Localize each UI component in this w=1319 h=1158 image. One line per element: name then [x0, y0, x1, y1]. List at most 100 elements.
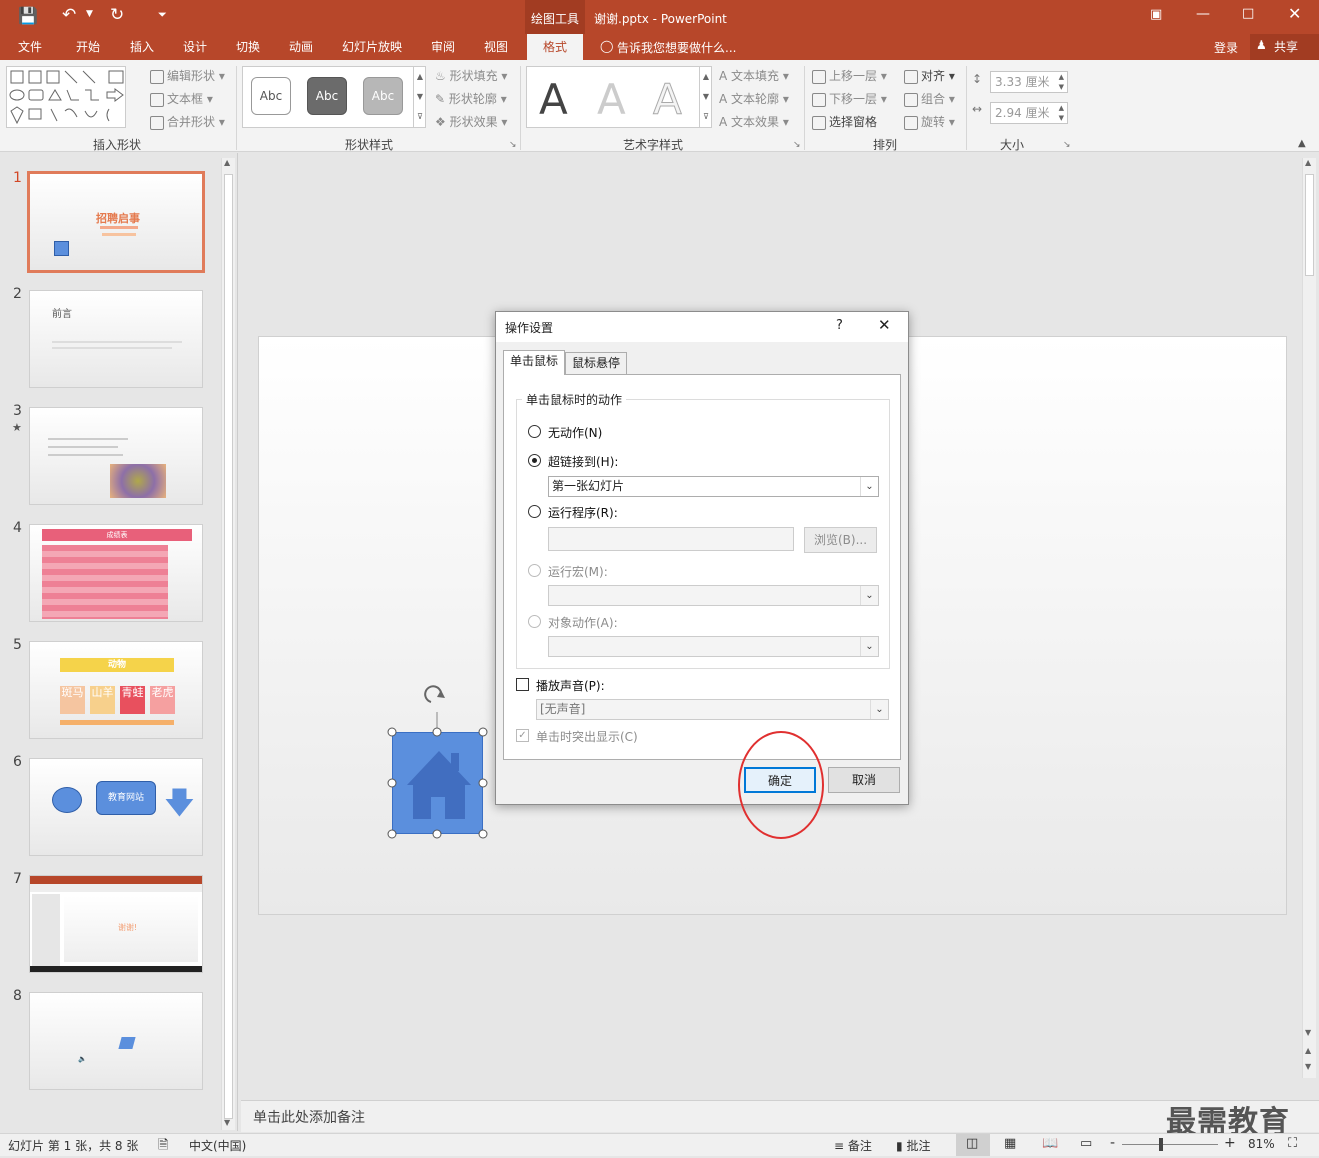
- zoom-in-button[interactable]: +: [1224, 1135, 1236, 1151]
- shape-style-gallery-scroll[interactable]: ▲ ▼ ⊽: [413, 67, 426, 127]
- wordart-gallery-scroll[interactable]: ▲ ▼ ⊽: [699, 67, 712, 127]
- run-program-radio[interactable]: [528, 505, 541, 518]
- bring-forward-button[interactable]: 上移一层 ▾: [812, 67, 887, 84]
- maximize-icon[interactable]: □: [1242, 6, 1254, 21]
- hyperlink-radio[interactable]: [528, 454, 541, 467]
- canvas-scrollbar[interactable]: ▲ ▼ ▲ ▼: [1302, 158, 1316, 1078]
- redo-icon[interactable]: ↻: [110, 5, 124, 25]
- tab-insert[interactable]: 插入: [130, 38, 154, 55]
- thumbnail-scrollbar[interactable]: ▲ ▼: [221, 158, 235, 1130]
- slide-thumbnail-4[interactable]: 成绩表: [29, 524, 203, 622]
- sound-select[interactable]: [无声音] ⌄: [536, 699, 889, 720]
- send-backward-button[interactable]: 下移一层 ▾: [812, 90, 887, 107]
- spellcheck-icon[interactable]: 🗎: [158, 1136, 168, 1158]
- prev-slide-icon[interactable]: ▲: [1305, 1046, 1311, 1055]
- minimize-icon[interactable]: —: [1196, 6, 1210, 22]
- share-button[interactable]: ♟ 共享: [1250, 34, 1319, 60]
- text-effects-button[interactable]: A 文本效果 ▾: [719, 113, 789, 130]
- close-icon[interactable]: ✕: [1288, 4, 1301, 23]
- shape-style-1[interactable]: Abc: [251, 77, 291, 115]
- ribbon-display-options-icon[interactable]: ▣: [1150, 7, 1162, 22]
- dialog-help-button[interactable]: ?: [836, 318, 843, 333]
- play-sound-checkbox[interactable]: [516, 678, 529, 691]
- slide-thumbnail-3[interactable]: [29, 407, 203, 505]
- shape-effects-button[interactable]: ❖ 形状效果 ▾: [435, 113, 507, 130]
- slide-thumbnail-2[interactable]: 前言: [29, 290, 203, 388]
- collapse-ribbon-icon[interactable]: ▲: [1298, 138, 1306, 149]
- size-launcher-icon[interactable]: ↘: [1063, 140, 1071, 150]
- wordart-gallery[interactable]: A A A ▲ ▼ ⊽: [526, 66, 712, 128]
- wordart-style-1[interactable]: A: [539, 75, 568, 125]
- undo-dropdown-icon[interactable]: ▼: [86, 9, 93, 19]
- fit-slide-icon[interactable]: ⛶: [1288, 1136, 1297, 1151]
- width-input[interactable]: 2.94 厘米 ▲ ▼: [990, 102, 1068, 124]
- signin-link[interactable]: 登录: [1214, 39, 1238, 56]
- no-action-label[interactable]: 无动作(N): [548, 424, 602, 441]
- rotate-button[interactable]: 旋转 ▾: [904, 113, 955, 130]
- shape-style-2[interactable]: Abc: [307, 77, 347, 115]
- comments-toggle-button[interactable]: ▮ 批注: [896, 1137, 930, 1154]
- zoom-level[interactable]: 81%: [1248, 1137, 1275, 1151]
- run-program-input[interactable]: [548, 527, 794, 551]
- slide-thumbnail-8[interactable]: 🔈: [29, 992, 203, 1090]
- customize-quick-access-icon[interactable]: ⏷: [158, 8, 167, 22]
- tab-design[interactable]: 设计: [183, 38, 207, 55]
- slide-thumbnail-1[interactable]: 招聘启事: [27, 171, 205, 273]
- shape-gallery[interactable]: [6, 66, 126, 128]
- scroll-down-icon[interactable]: ▼: [224, 1118, 230, 1127]
- shape-selection-handles[interactable]: [380, 680, 495, 846]
- shape-styles-launcher-icon[interactable]: ↘: [509, 140, 517, 150]
- shape-style-gallery[interactable]: Abc Abc Abc ▲ ▼ ⊽: [242, 66, 426, 128]
- tab-review[interactable]: 审阅: [431, 38, 455, 55]
- object-action-radio[interactable]: [528, 615, 541, 628]
- slide-thumbnail-5[interactable]: 动物 斑马 山羊 青蛙 老虎: [29, 641, 203, 739]
- cancel-button[interactable]: 取消: [828, 767, 900, 793]
- object-action-select[interactable]: ⌄: [548, 636, 879, 657]
- tab-animations[interactable]: 动画: [289, 38, 313, 55]
- text-fill-button[interactable]: A 文本填充 ▾: [719, 67, 789, 84]
- slide-thumbnail-7[interactable]: 谢谢!: [29, 875, 203, 973]
- wordart-style-3[interactable]: A: [653, 75, 683, 125]
- slideshow-icon[interactable]: ▭: [1080, 1136, 1092, 1151]
- scroll-thumb[interactable]: [1305, 174, 1314, 276]
- highlight-click-checkbox[interactable]: ✓: [516, 729, 529, 742]
- wordart-style-2[interactable]: A: [597, 75, 626, 125]
- tab-transitions[interactable]: 切换: [236, 38, 260, 55]
- tab-file[interactable]: 文件: [18, 38, 42, 55]
- run-program-label[interactable]: 运行程序(R):: [548, 504, 618, 521]
- zoom-out-button[interactable]: -: [1110, 1135, 1115, 1151]
- shape-outline-button[interactable]: ✎ 形状轮廓 ▾: [435, 90, 507, 107]
- tab-view[interactable]: 视图: [484, 38, 508, 55]
- next-slide-icon[interactable]: ▼: [1305, 1062, 1311, 1071]
- slide-thumbnail-6[interactable]: 教育网站 🡇: [29, 758, 203, 856]
- dialog-close-icon[interactable]: ✕: [878, 316, 891, 334]
- dialog-title-bar[interactable]: 操作设置 ? ✕: [496, 312, 908, 342]
- notes-toggle-button[interactable]: ≡ 备注: [834, 1137, 872, 1154]
- text-outline-button[interactable]: A 文本轮廓 ▾: [719, 90, 789, 107]
- scroll-down-icon[interactable]: ▼: [1305, 1028, 1311, 1037]
- text-box-button[interactable]: 文本框 ▾: [150, 90, 213, 107]
- notes-pane[interactable]: 单击此处添加备注 最需教育: [241, 1100, 1319, 1140]
- language-indicator[interactable]: 中文(中国): [189, 1137, 246, 1154]
- tab-mouse-over[interactable]: 鼠标悬停: [565, 352, 628, 374]
- run-macro-radio[interactable]: [528, 564, 541, 577]
- tab-mouse-click[interactable]: 单击鼠标: [503, 350, 566, 375]
- reading-view-icon[interactable]: 📖: [1042, 1136, 1058, 1151]
- merge-shapes-button[interactable]: 合并形状 ▾: [150, 113, 225, 130]
- play-sound-label[interactable]: 播放声音(P):: [536, 677, 605, 694]
- undo-icon[interactable]: ↶: [62, 5, 76, 25]
- hyperlink-label[interactable]: 超链接到(H):: [548, 453, 618, 470]
- selection-pane-button[interactable]: 选择窗格: [812, 113, 877, 130]
- scroll-up-icon[interactable]: ▲: [1305, 158, 1311, 167]
- zoom-slider-thumb[interactable]: [1159, 1138, 1163, 1151]
- slide-sorter-icon[interactable]: ▦: [1004, 1136, 1016, 1151]
- height-input[interactable]: 3.33 厘米 ▲ ▼: [990, 71, 1068, 93]
- edit-shape-button[interactable]: 编辑形状 ▾: [150, 67, 225, 84]
- zoom-slider-track[interactable]: [1122, 1144, 1218, 1145]
- wordart-launcher-icon[interactable]: ↘: [793, 140, 801, 150]
- tab-slideshow[interactable]: 幻灯片放映: [342, 38, 402, 55]
- scroll-up-icon[interactable]: ▲: [224, 158, 230, 167]
- scroll-thumb[interactable]: [224, 174, 233, 1119]
- tab-format[interactable]: 格式: [527, 34, 583, 60]
- browse-button[interactable]: 浏览(B)...: [804, 527, 877, 553]
